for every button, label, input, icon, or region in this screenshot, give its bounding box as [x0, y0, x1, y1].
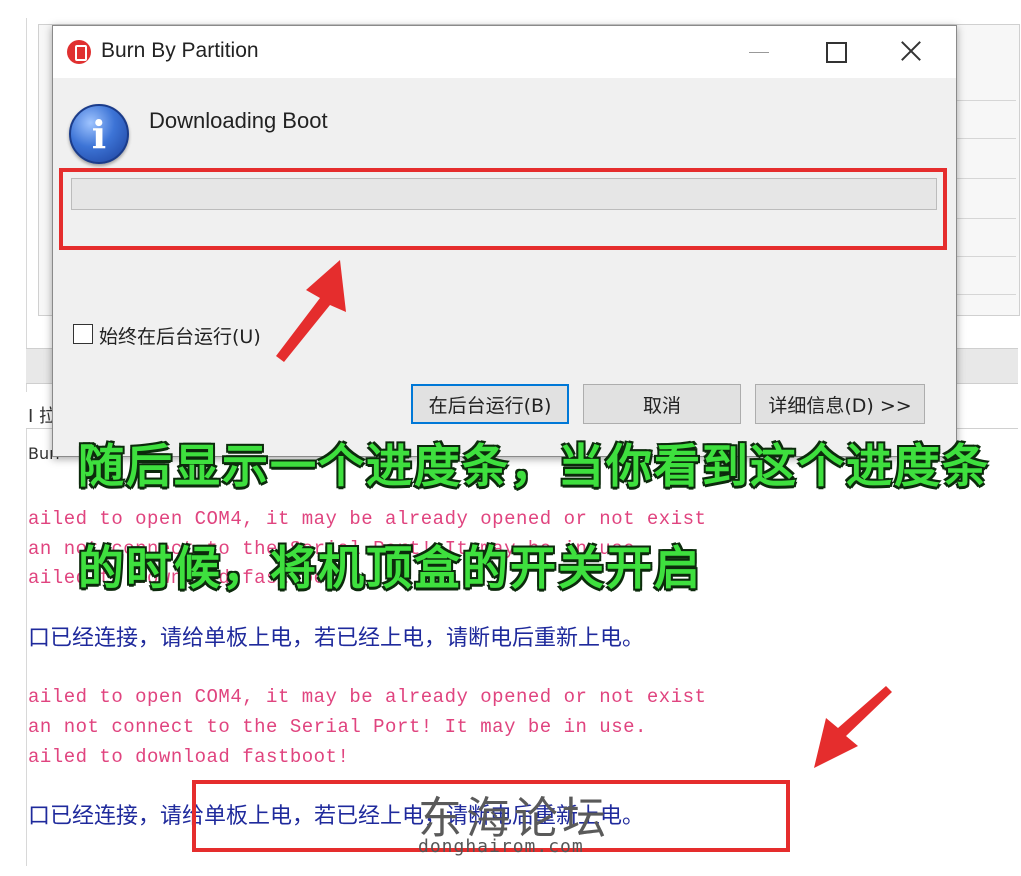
background-table-row [950, 100, 1016, 101]
cancel-button[interactable]: 取消 [583, 384, 741, 424]
background-table-row [950, 294, 1016, 295]
annotation-arrow-down-icon [814, 686, 892, 768]
progress-highlight-box [59, 168, 947, 250]
close-icon[interactable] [885, 32, 937, 72]
app-logo-icon [67, 40, 91, 64]
maximize-icon[interactable] [809, 32, 861, 72]
burn-by-partition-dialog: Burn By Partition i Downloading Boot 始终在… [52, 25, 957, 457]
dialog-title: Burn By Partition [101, 39, 259, 62]
run-in-background-label[interactable]: 始终在后台运行(U) [99, 322, 261, 349]
minimize-icon[interactable] [733, 32, 785, 72]
log-line: 口已经连接，请给单板上电，若已经上电，请断电后重新上电。 [28, 626, 645, 651]
watermark-url: donghairom.com [418, 836, 584, 857]
run-in-background-checkbox[interactable] [73, 324, 93, 344]
run-in-background-button[interactable]: 在后台运行(B) [411, 384, 569, 424]
log-line: ailed to download fastboot! [28, 746, 350, 768]
info-icon: i [69, 104, 129, 164]
annotation-text-line2: 的时候，将机顶盒的开关开启 [78, 541, 702, 595]
log-line: ailed to open COM4, it may be already op… [28, 686, 707, 708]
background-table-row [950, 178, 1016, 179]
details-button[interactable]: 详细信息(D) >> [755, 384, 925, 424]
background-table-row [950, 256, 1016, 257]
background-table-row [950, 218, 1016, 219]
background-table-row [950, 138, 1016, 139]
log-line: ailed to open COM4, it may be already op… [28, 508, 707, 530]
annotation-arrow-up-icon [276, 260, 346, 362]
dialog-titlebar[interactable]: Burn By Partition [53, 26, 956, 78]
annotation-text-line1: 随后显示一个进度条，当你看到这个进度条 [78, 439, 990, 493]
status-message: Downloading Boot [149, 108, 328, 133]
log-line: an not connect to the Serial Port! It ma… [28, 716, 647, 738]
